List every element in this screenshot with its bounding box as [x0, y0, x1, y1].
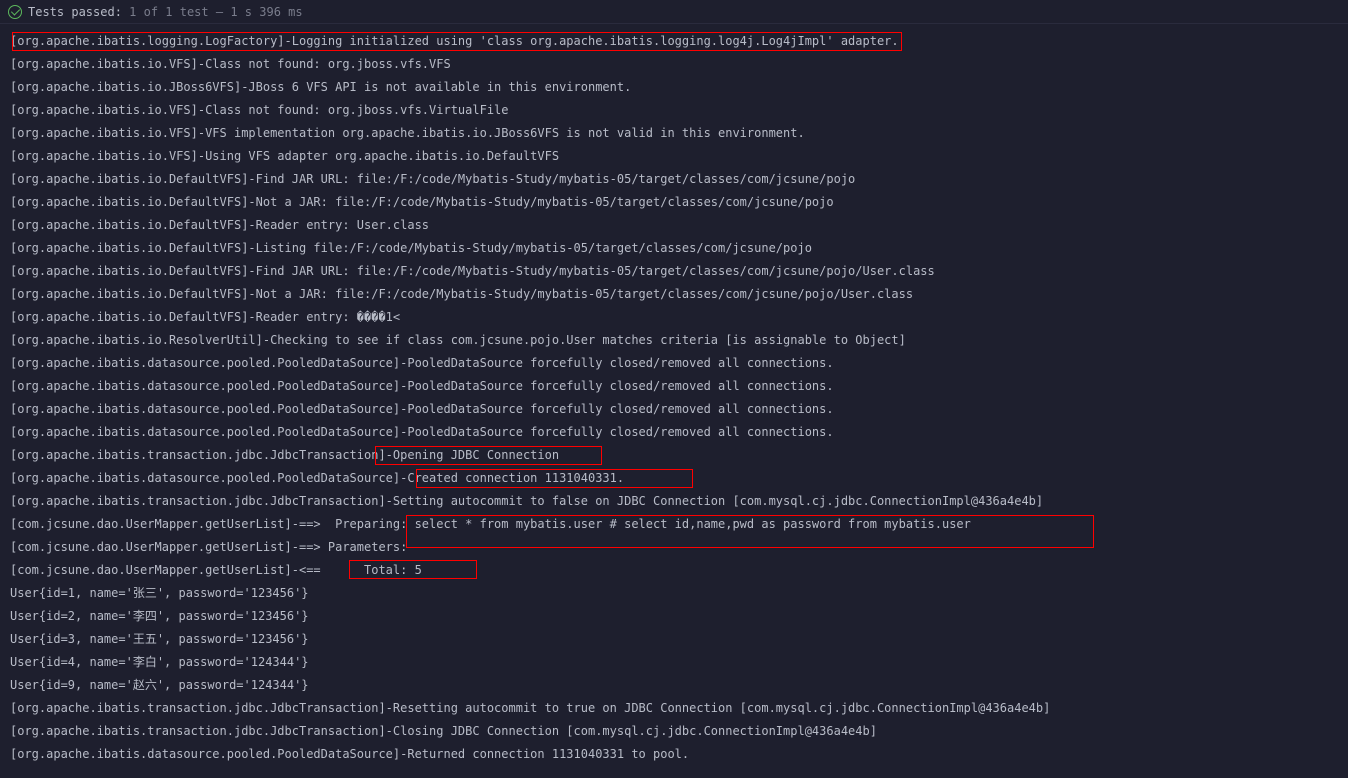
- log-line[interactable]: [org.apache.ibatis.datasource.pooled.Poo…: [10, 375, 1338, 398]
- test-result-header: Tests passed: 1 of 1 test – 1 s 396 ms: [0, 0, 1348, 24]
- log-line[interactable]: User{id=2, name='李四', password='123456'}: [10, 605, 1338, 628]
- log-line[interactable]: [org.apache.ibatis.transaction.jdbc.Jdbc…: [10, 490, 1338, 513]
- log-line[interactable]: [org.apache.ibatis.logging.LogFactory]-L…: [10, 30, 1338, 53]
- log-line[interactable]: [org.apache.ibatis.datasource.pooled.Poo…: [10, 743, 1338, 766]
- log-line[interactable]: [org.apache.ibatis.datasource.pooled.Poo…: [10, 421, 1338, 444]
- log-line[interactable]: [org.apache.ibatis.io.DefaultVFS]-Not a …: [10, 191, 1338, 214]
- log-line[interactable]: [com.jcsune.dao.UserMapper.getUserList]-…: [10, 559, 1338, 582]
- log-line[interactable]: User{id=1, name='张三', password='123456'}: [10, 582, 1338, 605]
- passed-label: Tests passed:: [28, 5, 122, 19]
- log-line[interactable]: [org.apache.ibatis.transaction.jdbc.Jdbc…: [10, 697, 1338, 720]
- log-line[interactable]: [org.apache.ibatis.io.VFS]-Class not fou…: [10, 99, 1338, 122]
- log-line[interactable]: [org.apache.ibatis.io.ResolverUtil]-Chec…: [10, 329, 1338, 352]
- test-count: 1 of 1 test – 1 s 396 ms: [129, 5, 302, 19]
- log-line[interactable]: [org.apache.ibatis.transaction.jdbc.Jdbc…: [10, 444, 1338, 467]
- log-line[interactable]: [org.apache.ibatis.io.VFS]-Class not fou…: [10, 53, 1338, 76]
- console-output[interactable]: [org.apache.ibatis.logging.LogFactory]-L…: [0, 24, 1348, 772]
- log-line[interactable]: [org.apache.ibatis.io.DefaultVFS]-Listin…: [10, 237, 1338, 260]
- log-line[interactable]: User{id=4, name='李白', password='124344'}: [10, 651, 1338, 674]
- log-line[interactable]: [com.jcsune.dao.UserMapper.getUserList]-…: [10, 536, 1338, 559]
- log-line[interactable]: [org.apache.ibatis.io.VFS]-Using VFS ada…: [10, 145, 1338, 168]
- log-line[interactable]: [org.apache.ibatis.io.DefaultVFS]-Find J…: [10, 168, 1338, 191]
- log-line[interactable]: [org.apache.ibatis.io.JBoss6VFS]-JBoss 6…: [10, 76, 1338, 99]
- log-line[interactable]: [org.apache.ibatis.io.DefaultVFS]-Find J…: [10, 260, 1338, 283]
- log-line[interactable]: User{id=3, name='王五', password='123456'}: [10, 628, 1338, 651]
- log-line[interactable]: [org.apache.ibatis.io.DefaultVFS]-Reader…: [10, 214, 1338, 237]
- log-line[interactable]: [org.apache.ibatis.io.DefaultVFS]-Not a …: [10, 283, 1338, 306]
- log-line[interactable]: [org.apache.ibatis.datasource.pooled.Poo…: [10, 467, 1338, 490]
- log-line[interactable]: [org.apache.ibatis.datasource.pooled.Poo…: [10, 352, 1338, 375]
- log-line[interactable]: User{id=9, name='赵六', password='124344'}: [10, 674, 1338, 697]
- tests-passed-label: Tests passed: 1 of 1 test – 1 s 396 ms: [28, 5, 303, 19]
- log-line[interactable]: [com.jcsune.dao.UserMapper.getUserList]-…: [10, 513, 1338, 536]
- log-line[interactable]: [org.apache.ibatis.transaction.jdbc.Jdbc…: [10, 720, 1338, 743]
- log-line[interactable]: [org.apache.ibatis.io.VFS]-VFS implement…: [10, 122, 1338, 145]
- check-icon: [8, 5, 22, 19]
- log-line[interactable]: [org.apache.ibatis.io.DefaultVFS]-Reader…: [10, 306, 1338, 329]
- log-line[interactable]: [org.apache.ibatis.datasource.pooled.Poo…: [10, 398, 1338, 421]
